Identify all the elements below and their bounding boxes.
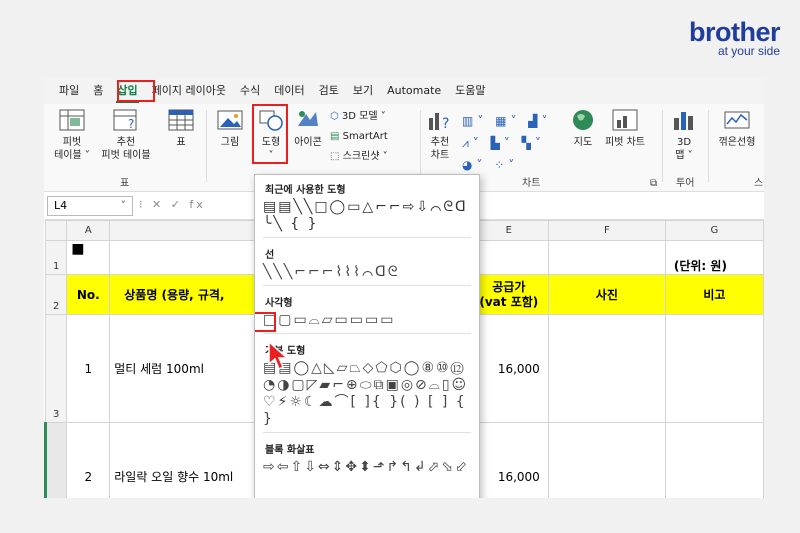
column-header[interactable]: A <box>66 220 111 241</box>
group-label-tours: 투어 <box>676 178 695 189</box>
lines-shapes-list[interactable]: ╲╲╲⌐⌐⌐⌇⌇⌇⌒ᗡᘓ <box>255 261 479 281</box>
insert-tab-highlight <box>117 80 155 102</box>
screenshot-icon: ⬚ <box>330 151 340 162</box>
recommended-pivot-button[interactable]: ? 추천 피벗 테이블 <box>96 108 156 162</box>
globe-icon <box>573 110 593 130</box>
table-icon <box>168 109 194 131</box>
header-cell-photo[interactable]: 사진 <box>547 274 666 315</box>
row-header[interactable]: 1 <box>44 240 68 275</box>
header-cell-note[interactable]: 비고 <box>664 274 764 315</box>
cell[interactable]: ■ <box>66 240 111 275</box>
chevron-down-icon[interactable]: ˅ <box>121 199 127 212</box>
column-header[interactable]: G <box>664 220 764 241</box>
cell[interactable]: 2 <box>66 422 111 498</box>
pivot-chart-button[interactable]: 피벗 차트 <box>600 108 650 149</box>
row-header[interactable]: 3 <box>44 314 68 423</box>
pivot-table-button[interactable]: 피벗 테이블 ˅ <box>50 108 94 162</box>
tab-review[interactable]: 검토 <box>312 81 346 101</box>
rectangle-shape-highlight <box>255 312 276 332</box>
svg-text:?: ? <box>128 117 134 131</box>
icons-icon <box>298 111 318 126</box>
line-chart-icon: ⩘˅ ▙˅ ▚˅ <box>462 136 545 150</box>
divider <box>263 285 471 286</box>
recommended-charts-button[interactable]: ? 추천 차트 <box>424 108 456 162</box>
chart-types-gallery[interactable]: ▥˅ ▦˅ ▟˅ ⩘˅ ▙˅ ▚˅ ◕˅ ⁘˅ <box>462 110 562 176</box>
pivot-chart-icon <box>612 109 638 131</box>
sparkline-line-button[interactable]: 꺾은선형 <box>712 108 762 149</box>
select-all-corner[interactable] <box>44 220 68 241</box>
tab-page-layout[interactable]: 페이지 레이아웃 <box>145 81 233 101</box>
tab-help[interactable]: 도움말 <box>448 81 492 101</box>
cell[interactable]: 16,000 <box>468 314 549 423</box>
brand-name: brother <box>689 17 781 47</box>
cell[interactable] <box>547 314 666 423</box>
mouse-cursor-icon <box>268 340 289 371</box>
pie-chart-icon: ◕˅ ⁘˅ <box>462 158 519 172</box>
cell[interactable]: 16,000 <box>468 422 549 498</box>
tab-file[interactable]: 파일 <box>52 81 86 101</box>
smartart-icon: ▤ <box>330 131 340 142</box>
group-label-sparklines: 스 <box>754 178 764 189</box>
block-arrows-list[interactable]: ⇨⇦⇧⇩⇔⇕✥⬍⬏↱↰↲⬀⬂⬃ <box>255 456 479 476</box>
cell[interactable] <box>664 314 764 423</box>
brother-logo: brother at your side <box>689 17 781 58</box>
pivot-table-icon <box>59 109 85 131</box>
icons-button[interactable]: 아이콘 <box>290 108 326 149</box>
table-button[interactable]: 표 <box>162 108 200 149</box>
3d-map-icon <box>674 112 693 130</box>
section-recent-shapes: 최근에 사용한 도형 <box>265 185 346 196</box>
tab-automate[interactable]: Automate <box>380 81 448 101</box>
cell[interactable]: (단위: 원) <box>664 240 764 275</box>
3d-models-button[interactable]: ⬡ 3D 모델 ˅ <box>330 110 386 123</box>
recommended-charts-icon: ? <box>429 113 449 132</box>
column-header[interactable]: E <box>468 220 549 241</box>
3d-map-button[interactable]: 3D 맵 ˅ <box>666 108 702 162</box>
cell[interactable] <box>547 422 666 498</box>
cell[interactable]: 1 <box>66 314 111 423</box>
cube-icon: ⬡ <box>330 111 339 122</box>
section-block-arrows: 블록 화살표 <box>265 445 315 456</box>
ribbon-separator <box>206 110 207 182</box>
cell[interactable] <box>547 240 666 275</box>
column-header[interactable]: F <box>547 220 666 241</box>
screenshot-button[interactable]: ⬚ 스크린샷 ˅ <box>330 150 388 163</box>
group-label-table: 표 <box>120 178 130 189</box>
bar-chart-icon: ▥˅ ▦˅ ▟˅ <box>462 114 552 128</box>
header-cell-price[interactable]: 공급가 (vat 포함) <box>468 274 549 315</box>
section-rectangles: 사각형 <box>265 298 293 309</box>
row-header[interactable]: 2 <box>44 274 68 315</box>
divider <box>263 333 471 334</box>
recent-shapes-list[interactable]: ▤▤╲╲□◯▭△⌐⌐⇨⇩⌒ᘓᗡ╰╲ { } <box>255 196 479 233</box>
group-label-charts: 차트 <box>522 178 541 189</box>
ribbon-separator <box>420 110 421 182</box>
tab-formulas[interactable]: 수식 <box>233 81 267 101</box>
tab-home[interactable]: 홈 <box>86 81 110 101</box>
tab-view[interactable]: 보기 <box>346 81 380 101</box>
cell[interactable] <box>664 422 764 498</box>
excel-window: 파일 홈 삽입 페이지 레이아웃 수식 데이터 검토 보기 Automate 도… <box>44 78 764 498</box>
header-cell-no[interactable]: No. <box>66 274 111 315</box>
section-lines: 선 <box>265 250 275 261</box>
smartart-button[interactable]: ▤ SmartArt <box>330 130 388 143</box>
sparkline-icon <box>724 111 750 129</box>
name-box[interactable]: L4 ˅ <box>47 196 133 216</box>
picture-icon <box>217 110 243 130</box>
ribbon-separator <box>708 110 709 182</box>
svg-text:?: ? <box>442 116 449 132</box>
dialog-launcher-icon[interactable]: ⧉ <box>650 178 657 189</box>
ribbon-separator <box>662 110 663 182</box>
shapes-button-highlight <box>252 104 288 164</box>
tab-data[interactable]: 데이터 <box>267 81 311 101</box>
row-header[interactable] <box>44 422 68 498</box>
maps-button[interactable]: 지도 <box>568 108 598 149</box>
rectangle-shapes-list[interactable]: □▢▭⌓▱▭▭▭▭ <box>255 309 479 329</box>
formula-controls[interactable]: ⁝ ✕ ✓ fx <box>139 198 206 211</box>
cell[interactable] <box>468 240 549 275</box>
recommended-pivot-icon: ? <box>113 109 137 131</box>
shapes-gallery-dropdown: 최근에 사용한 도형 ▤▤╲╲□◯▭△⌐⌐⇨⇩⌒ᘓᗡ╰╲ { } 선 ╲╲╲⌐⌐… <box>254 174 480 498</box>
picture-button[interactable]: 그림 <box>210 108 250 149</box>
divider <box>263 237 471 238</box>
divider <box>263 432 471 433</box>
